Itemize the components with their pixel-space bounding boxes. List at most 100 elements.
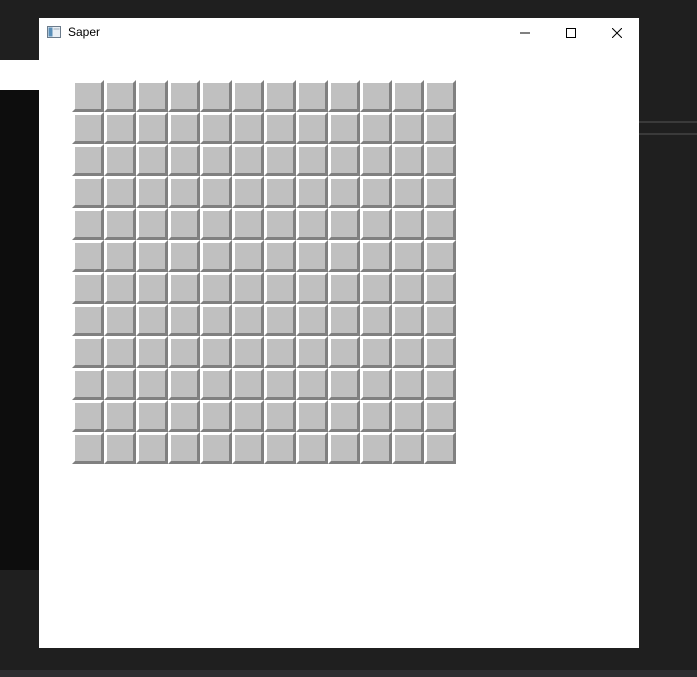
mine-cell[interactable]	[168, 368, 200, 400]
mine-cell[interactable]	[264, 336, 296, 368]
mine-cell[interactable]	[200, 112, 232, 144]
mine-cell[interactable]	[296, 112, 328, 144]
mine-cell[interactable]	[232, 368, 264, 400]
mine-cell[interactable]	[104, 112, 136, 144]
mine-cell[interactable]	[104, 432, 136, 464]
maximize-button[interactable]	[548, 18, 594, 48]
mine-cell[interactable]	[296, 304, 328, 336]
mine-cell[interactable]	[360, 80, 392, 112]
mine-cell[interactable]	[264, 144, 296, 176]
mine-cell[interactable]	[232, 144, 264, 176]
mine-cell[interactable]	[328, 304, 360, 336]
mine-cell[interactable]	[392, 144, 424, 176]
mine-cell[interactable]	[392, 336, 424, 368]
mine-cell[interactable]	[136, 144, 168, 176]
mine-cell[interactable]	[232, 272, 264, 304]
mine-cell[interactable]	[264, 368, 296, 400]
mine-cell[interactable]	[424, 80, 456, 112]
mine-cell[interactable]	[168, 208, 200, 240]
mine-cell[interactable]	[72, 432, 104, 464]
mine-cell[interactable]	[232, 240, 264, 272]
mine-cell[interactable]	[296, 144, 328, 176]
mine-cell[interactable]	[360, 208, 392, 240]
mine-cell[interactable]	[328, 80, 360, 112]
mine-cell[interactable]	[72, 336, 104, 368]
mine-cell[interactable]	[232, 208, 264, 240]
mine-cell[interactable]	[296, 208, 328, 240]
mine-cell[interactable]	[200, 144, 232, 176]
mine-cell[interactable]	[392, 432, 424, 464]
mine-cell[interactable]	[168, 336, 200, 368]
mine-cell[interactable]	[168, 400, 200, 432]
mine-cell[interactable]	[424, 144, 456, 176]
mine-cell[interactable]	[136, 272, 168, 304]
mine-cell[interactable]	[104, 336, 136, 368]
mine-cell[interactable]	[392, 304, 424, 336]
mine-cell[interactable]	[296, 432, 328, 464]
mine-cell[interactable]	[72, 304, 104, 336]
mine-cell[interactable]	[328, 368, 360, 400]
mine-cell[interactable]	[72, 144, 104, 176]
mine-cell[interactable]	[200, 176, 232, 208]
mine-cell[interactable]	[264, 304, 296, 336]
mine-cell[interactable]	[360, 144, 392, 176]
mine-cell[interactable]	[232, 400, 264, 432]
mine-cell[interactable]	[200, 208, 232, 240]
mine-cell[interactable]	[424, 112, 456, 144]
mine-cell[interactable]	[232, 432, 264, 464]
mine-cell[interactable]	[72, 368, 104, 400]
mine-cell[interactable]	[360, 272, 392, 304]
mine-cell[interactable]	[200, 400, 232, 432]
mine-cell[interactable]	[392, 208, 424, 240]
mine-cell[interactable]	[296, 176, 328, 208]
mine-cell[interactable]	[296, 240, 328, 272]
close-button[interactable]	[594, 18, 640, 48]
mine-cell[interactable]	[264, 80, 296, 112]
mine-cell[interactable]	[264, 240, 296, 272]
mine-cell[interactable]	[424, 432, 456, 464]
mine-cell[interactable]	[360, 400, 392, 432]
mine-cell[interactable]	[296, 80, 328, 112]
title-bar[interactable]: Saper	[39, 18, 639, 48]
mine-cell[interactable]	[232, 80, 264, 112]
mine-cell[interactable]	[104, 208, 136, 240]
mine-cell[interactable]	[360, 336, 392, 368]
minimize-button[interactable]	[502, 18, 548, 48]
mine-cell[interactable]	[136, 368, 168, 400]
mine-cell[interactable]	[168, 144, 200, 176]
mine-cell[interactable]	[424, 272, 456, 304]
mine-cell[interactable]	[392, 368, 424, 400]
mine-cell[interactable]	[72, 240, 104, 272]
mine-cell[interactable]	[168, 240, 200, 272]
mine-cell[interactable]	[264, 208, 296, 240]
mine-cell[interactable]	[232, 304, 264, 336]
mine-cell[interactable]	[136, 400, 168, 432]
mine-cell[interactable]	[232, 336, 264, 368]
mine-cell[interactable]	[200, 240, 232, 272]
mine-cell[interactable]	[72, 400, 104, 432]
mine-cell[interactable]	[136, 240, 168, 272]
mine-cell[interactable]	[328, 176, 360, 208]
mine-cell[interactable]	[200, 336, 232, 368]
mine-cell[interactable]	[424, 240, 456, 272]
mine-cell[interactable]	[328, 272, 360, 304]
mine-cell[interactable]	[136, 432, 168, 464]
mine-cell[interactable]	[136, 176, 168, 208]
mine-cell[interactable]	[200, 432, 232, 464]
mine-cell[interactable]	[72, 112, 104, 144]
mine-cell[interactable]	[392, 112, 424, 144]
mine-cell[interactable]	[264, 176, 296, 208]
mine-cell[interactable]	[424, 400, 456, 432]
mine-cell[interactable]	[264, 112, 296, 144]
mine-cell[interactable]	[168, 304, 200, 336]
mine-cell[interactable]	[104, 272, 136, 304]
mine-cell[interactable]	[360, 112, 392, 144]
mine-cell[interactable]	[328, 112, 360, 144]
mine-cell[interactable]	[168, 112, 200, 144]
mine-cell[interactable]	[360, 368, 392, 400]
mine-cell[interactable]	[424, 304, 456, 336]
mine-cell[interactable]	[200, 272, 232, 304]
mine-cell[interactable]	[296, 272, 328, 304]
mine-cell[interactable]	[392, 240, 424, 272]
mine-cell[interactable]	[328, 144, 360, 176]
